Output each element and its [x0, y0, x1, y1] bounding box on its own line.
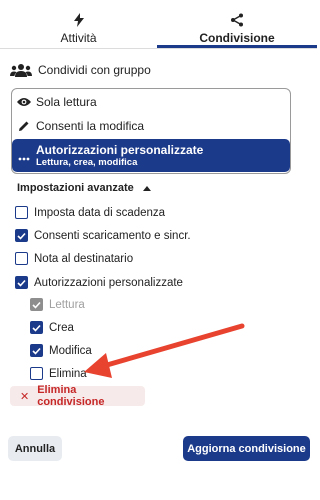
option-label: Nota al destinatario — [34, 252, 134, 265]
check-icon — [32, 347, 41, 355]
perm-delete[interactable]: Elimina — [30, 367, 87, 380]
check-icon — [32, 301, 41, 309]
check-icon — [17, 279, 26, 287]
permission-allow-edit-label: Consenti la modifica — [36, 119, 145, 133]
perm-label: Elimina — [49, 367, 87, 380]
tab-divider — [0, 48, 317, 49]
checkbox[interactable] — [30, 321, 43, 334]
check-icon — [32, 324, 41, 332]
pencil-icon — [17, 119, 31, 133]
tab-sharing-label: Condivisione — [199, 31, 275, 45]
tab-sharing[interactable]: Condivisione — [157, 0, 317, 49]
caret-up-icon — [142, 185, 151, 191]
permission-selector: Sola lettura Consenti la modifica Autori… — [11, 88, 291, 174]
checkbox[interactable] — [15, 229, 28, 242]
checkbox[interactable] — [15, 206, 28, 219]
group-icon — [10, 63, 32, 77]
permission-allow-edit[interactable]: Consenti la modifica — [12, 116, 290, 136]
perm-label: Lettura — [49, 298, 85, 311]
perm-read: Lettura — [30, 298, 85, 311]
delete-share-button[interactable]: ✕ Elimina condivisione — [10, 384, 145, 408]
eye-icon — [17, 95, 31, 109]
option-label: Consenti scaricamento e sincr. — [34, 229, 191, 242]
perm-label: Crea — [49, 321, 74, 334]
checkbox[interactable] — [30, 344, 43, 357]
checkbox — [30, 298, 43, 311]
option-label: Imposta data di scadenza — [34, 206, 166, 219]
checkbox[interactable] — [15, 252, 28, 265]
permission-custom[interactable]: Autorizzazioni personalizzate Lettura, c… — [12, 139, 290, 172]
option-allow-download-sync[interactable]: Consenti scaricamento e sincr. — [15, 229, 191, 242]
permission-custom-sublabel: Lettura, crea, modifica — [36, 157, 138, 168]
permission-read-only-label: Sola lettura — [36, 95, 97, 109]
share-icon — [157, 13, 317, 29]
advanced-settings-toggle[interactable]: Impostazioni avanzate — [17, 182, 151, 194]
option-custom-permissions[interactable]: Autorizzazioni personalizzate — [15, 276, 183, 289]
cancel-button[interactable]: Annulla — [8, 436, 62, 461]
permission-read-only[interactable]: Sola lettura — [12, 92, 290, 112]
share-with-group-label: Condividi con gruppo — [38, 63, 151, 77]
close-icon: ✕ — [20, 390, 30, 403]
check-icon — [17, 232, 26, 240]
share-with-group[interactable]: Condividi con gruppo — [10, 63, 151, 77]
tab-activity-label: Attività — [60, 31, 97, 45]
permission-custom-label: Autorizzazioni personalizzate — [36, 143, 204, 157]
update-share-button[interactable]: Aggiorna condivisione — [183, 436, 310, 461]
tab-activity[interactable]: Attività — [0, 0, 157, 49]
delete-share-label: Elimina condivisione — [37, 384, 105, 408]
advanced-settings-title: Impostazioni avanzate — [17, 182, 134, 194]
perm-edit[interactable]: Modifica — [30, 344, 92, 357]
perm-create[interactable]: Crea — [30, 321, 74, 334]
checkbox[interactable] — [15, 276, 28, 289]
perm-label: Modifica — [49, 344, 92, 357]
more-icon — [17, 152, 31, 166]
option-expiration-date[interactable]: Imposta data di scadenza — [15, 206, 165, 219]
option-label: Autorizzazioni personalizzate — [34, 276, 183, 289]
lightning-icon — [0, 13, 157, 29]
checkbox[interactable] — [30, 367, 43, 380]
option-note-recipient[interactable]: Nota al destinatario — [15, 252, 133, 265]
